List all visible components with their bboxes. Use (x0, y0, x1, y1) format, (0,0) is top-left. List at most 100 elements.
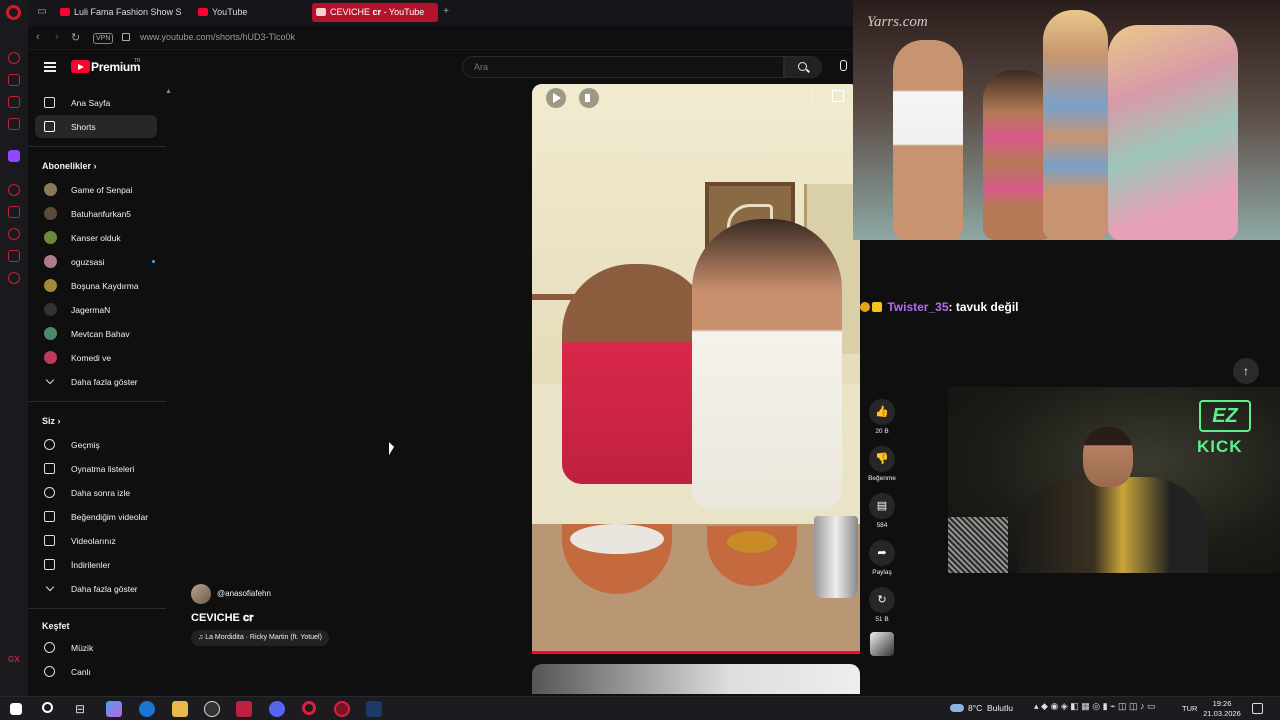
arrow-up-icon[interactable]: ↑ (1233, 358, 1259, 384)
ai-icon[interactable] (8, 74, 20, 86)
video-progress-bar[interactable] (532, 651, 860, 654)
voice-search-icon[interactable] (832, 56, 854, 78)
scroll-up-arrow-icon[interactable]: ▲ (165, 88, 172, 95)
channel-avatar (44, 231, 57, 244)
subscription-item[interactable]: Kanser olduk (35, 226, 157, 249)
share-button[interactable]: ➦ Paylaş (869, 540, 895, 576)
sidebar-item-music[interactable]: Müzik (35, 636, 157, 659)
messenger-icon[interactable] (8, 96, 20, 108)
volume-icon[interactable] (579, 88, 599, 108)
url-field[interactable]: www.youtube.com/shorts/hUD3-Tlco0k (140, 32, 295, 42)
sidebar-item-history[interactable]: Geçmiş (35, 433, 157, 456)
sidebar-item-downloads[interactable]: İndirilenler (35, 553, 157, 576)
tab-ceviche[interactable]: CEVICHE 𝐜𝐫 - YouTube (312, 3, 438, 22)
subscription-item[interactable]: Mevtcan Bahav (35, 322, 157, 345)
subscription-item[interactable]: JagermaN (35, 298, 157, 321)
sidebar-item-liked-videos[interactable]: Beğendiğim videolar (35, 505, 157, 528)
steam-icon[interactable] (366, 701, 382, 717)
weather-temp: 8°C (968, 703, 983, 713)
task-view-icon[interactable]: ⊟ (72, 701, 88, 717)
language-indicator[interactable]: TUR (1182, 704, 1197, 713)
subscription-item[interactable]: Komedi ve (35, 346, 157, 369)
taskbar-search-icon[interactable] (42, 702, 53, 713)
back-icon[interactable]: ‹ (36, 31, 40, 43)
reload-icon[interactable]: ↻ (71, 31, 80, 44)
next-short-preview[interactable] (532, 664, 860, 694)
show-more-you-button[interactable]: Daha fazla göster (35, 577, 157, 600)
file-explorer-icon[interactable] (172, 701, 188, 717)
clock-date[interactable]: 21.03.2026 (1202, 709, 1242, 718)
remix-button[interactable]: ↻ 51 B (869, 587, 895, 623)
player-icon[interactable] (8, 184, 20, 196)
notification-icon[interactable] (1252, 703, 1263, 714)
vpn-badge[interactable]: VPN (93, 33, 114, 44)
instagram-icon[interactable] (8, 118, 20, 130)
music-thumbnail[interactable] (870, 632, 894, 656)
tab-fashion-show[interactable]: Luli Fama Fashion Show S (56, 3, 202, 22)
edge-icon[interactable] (139, 701, 155, 717)
search-button[interactable] (784, 56, 822, 78)
menu-icon[interactable] (44, 62, 56, 72)
channel-avatar (44, 351, 57, 364)
short-title[interactable]: CEVICHE 𝐜𝐫 (191, 612, 253, 625)
comment-count: 584 (876, 522, 888, 529)
fullscreen-icon[interactable] (832, 90, 844, 102)
subscription-item[interactable]: Batuhanfurkan5 (35, 202, 157, 225)
sidebar-item-playlists[interactable]: Oynatma listeleri (35, 457, 157, 480)
you-header[interactable]: Siz › (42, 416, 61, 426)
opera-icon[interactable] (302, 701, 316, 715)
obs-icon[interactable] (204, 701, 220, 717)
sidebar-item-watch-later[interactable]: Daha sonra izle (35, 481, 157, 504)
youtube-favicon-icon (198, 8, 208, 16)
comments-button[interactable]: ▤ 584 (869, 493, 895, 529)
windows-start-icon[interactable] (10, 703, 22, 715)
system-tray-icons[interactable]: ▴ ◆ ◉ ◈ ◧ ▦ ◎ ▮ ⌁ ◫ ◫ ♪ ▭ (1034, 701, 1155, 712)
like-button[interactable]: 👍 20 B (869, 399, 895, 435)
remix-count: 51 B (875, 616, 889, 623)
twitch-icon[interactable] (8, 150, 20, 162)
settings-icon[interactable] (8, 272, 20, 284)
short-video-player[interactable]: ⋮ (532, 84, 860, 654)
weather-widget[interactable]: 8°C Bulutlu (950, 703, 1013, 713)
copilot-icon[interactable] (106, 701, 122, 717)
channel-avatar[interactable] (191, 584, 211, 604)
windows-taskbar: ⊟ 8°C Bulutlu ▴ ◆ ◉ ◈ ◧ ▦ ◎ ▮ ⌁ ◫ ◫ ♪ ▭ … (0, 696, 1280, 720)
subscriptions-header[interactable]: Abonelikler › (42, 161, 97, 171)
bookmarks-icon[interactable] (8, 206, 20, 218)
subscription-item[interactable]: Game of Senpai (35, 178, 157, 201)
dislike-button[interactable]: 👎 Beğenme (868, 446, 896, 482)
lock-icon[interactable] (122, 33, 130, 41)
youtube-logo-icon[interactable] (71, 60, 90, 73)
youtube-brand[interactable]: Premium (91, 60, 141, 74)
speed-dial-icon[interactable] (8, 52, 20, 64)
show-more-subscriptions-button[interactable]: Daha fazla göster (35, 370, 157, 393)
subscription-item[interactable]: Boşuna Kaydırma (35, 274, 157, 297)
chat-text: : tavuk değil (948, 300, 1019, 314)
music-link[interactable]: ♫ La Mordidita · Ricky Martin (ft. Yotue… (191, 630, 329, 646)
opera-logo-icon[interactable] (6, 5, 21, 20)
channel-name[interactable]: @anasofiafehn (217, 589, 271, 598)
new-tab-button[interactable]: + (440, 6, 452, 18)
app-icon[interactable] (236, 701, 252, 717)
sidebar-item-your-videos[interactable]: Videolarınız (35, 529, 157, 552)
sidebar-item-shorts[interactable]: Shorts (35, 115, 157, 138)
more-options-icon[interactable]: ⋮ (806, 88, 817, 104)
extensions-icon[interactable] (8, 250, 20, 262)
history-strip-icon[interactable] (8, 228, 20, 240)
opera-gx-icon[interactable] (334, 701, 350, 717)
subscription-item[interactable]: oguzsasi (35, 250, 157, 273)
runway-watermark: Yarrs.com (867, 14, 928, 30)
gx-icon[interactable]: GX (8, 655, 20, 664)
channel-avatar (44, 183, 57, 196)
discord-icon[interactable] (269, 701, 285, 717)
play-icon[interactable] (546, 88, 566, 108)
sidebar-item-label: Oynatma listeleri (71, 464, 135, 474)
clock-time[interactable]: 19:26 (1202, 699, 1242, 708)
search-input[interactable] (463, 57, 783, 77)
subscription-label: JagermaN (71, 305, 111, 315)
workspace-icon[interactable]: ▭ (36, 6, 48, 18)
forward-icon[interactable]: › (55, 31, 59, 43)
sidebar-item-home[interactable]: Ana Sayfa (35, 91, 157, 114)
sidebar-item-live[interactable]: Canlı (35, 660, 157, 683)
video-icon (44, 535, 55, 546)
